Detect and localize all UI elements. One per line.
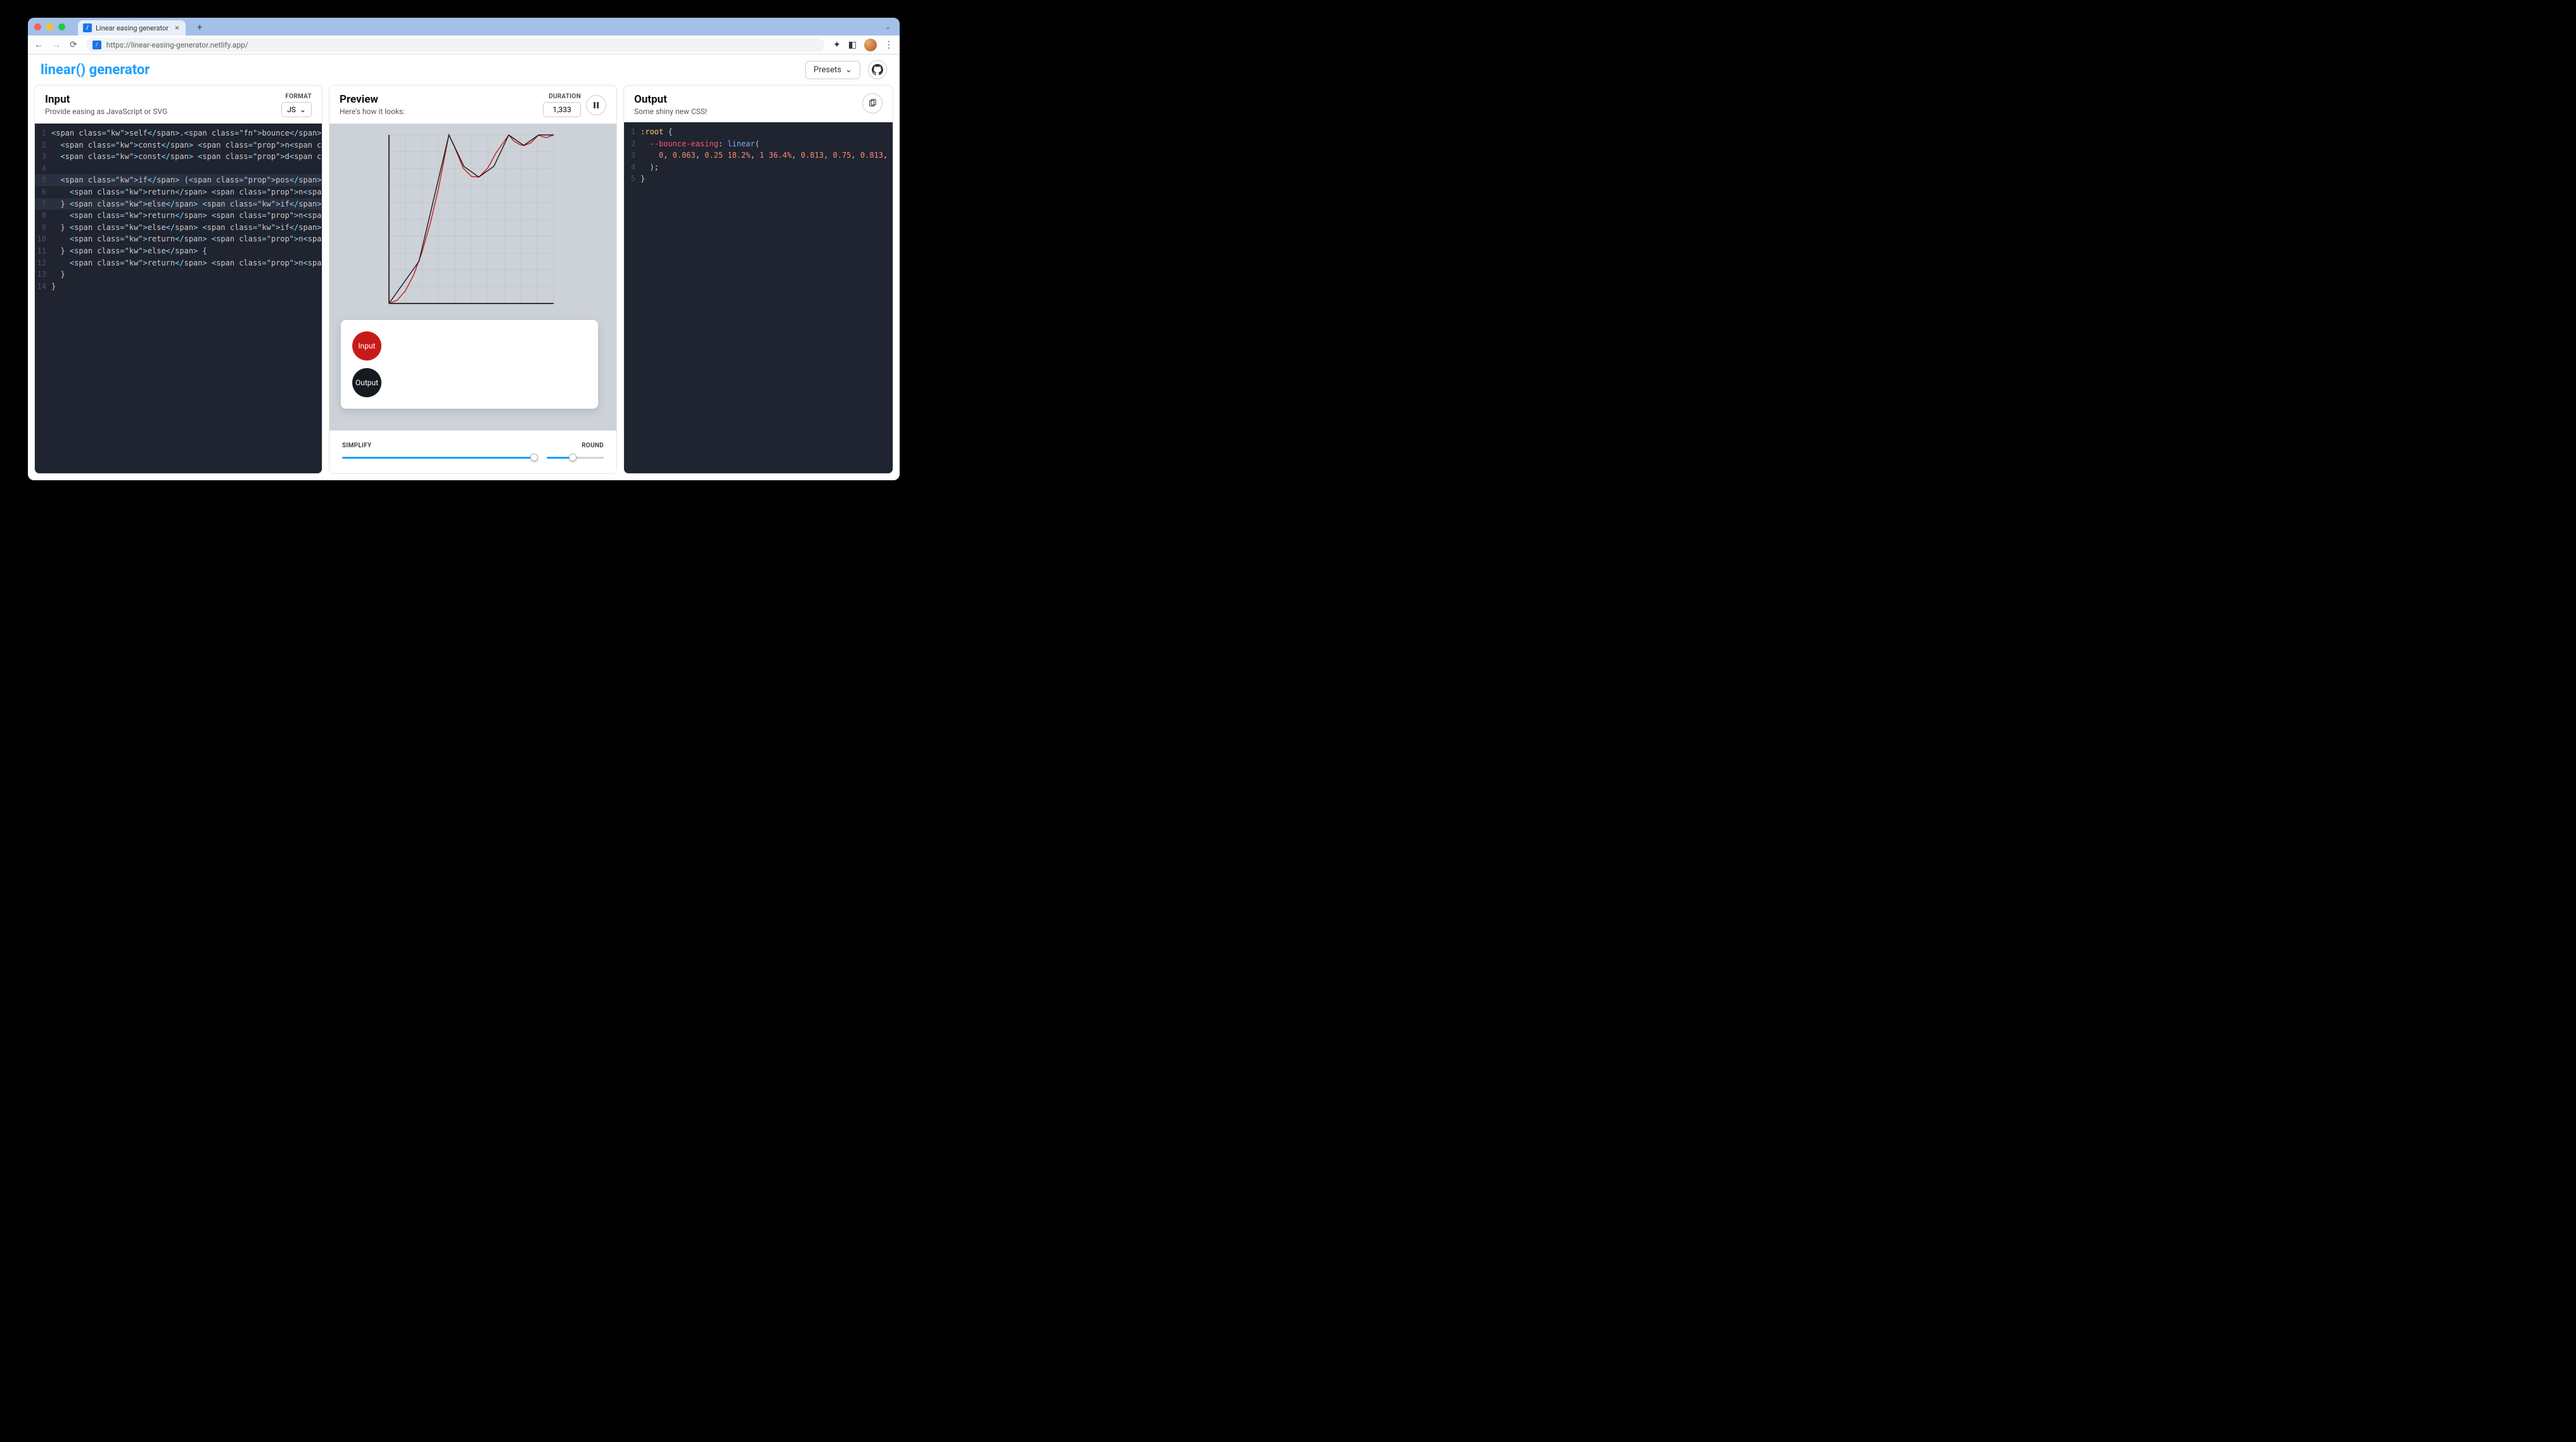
window-controls	[34, 23, 65, 30]
input-ball[interactable]: Input	[352, 331, 381, 360]
easing-chart	[376, 129, 566, 310]
close-window-button[interactable]	[34, 23, 41, 30]
chevron-down-icon: ⌄	[300, 105, 306, 114]
format-value: JS	[287, 105, 296, 114]
tab-title: Linear easing generator	[96, 24, 169, 32]
input-subtitle: Provide easing as JavaScript or SVG	[45, 107, 167, 116]
preview-canvas: Input Output SIMPLIFY ROUND	[329, 124, 616, 473]
browser-tab[interactable]: / Linear easing generator ×	[78, 20, 186, 35]
back-button[interactable]: ←	[34, 39, 43, 50]
pause-icon	[592, 101, 600, 109]
round-label: ROUND	[582, 442, 604, 449]
output-ball-label: Output	[355, 378, 378, 387]
output-subtitle: Some shiny new CSS!	[634, 107, 707, 116]
copy-button[interactable]	[862, 93, 883, 113]
simplify-slider[interactable]	[342, 453, 534, 462]
demo-card: Input Output	[341, 320, 598, 409]
side-panel-icon[interactable]: ◧	[848, 40, 857, 50]
app-title: linear() generator	[41, 62, 150, 78]
output-panel-head: Output Some shiny new CSS!	[624, 86, 893, 122]
browser-window: / Linear easing generator × + ⌄ ← → ⟳ / …	[28, 18, 900, 480]
profile-avatar[interactable]	[864, 39, 877, 51]
extensions-icon[interactable]: ✦	[833, 40, 841, 50]
format-select[interactable]: JS ⌄	[281, 102, 312, 117]
round-group: ROUND	[547, 442, 604, 462]
main-layout: Input Provide easing as JavaScript or SV…	[28, 85, 900, 480]
minimize-window-button[interactable]	[46, 23, 53, 30]
simplify-group: SIMPLIFY	[342, 442, 534, 462]
output-panel: Output Some shiny new CSS! 1:root {2 --b…	[623, 85, 893, 474]
preview-panel-head: Preview Here's how it looks: DURATION 1,…	[329, 86, 616, 124]
format-label: FORMAT	[285, 93, 312, 100]
chevron-down-icon: ⌄	[845, 65, 852, 75]
url-field[interactable]: / https://linear-easing-generator.netlif…	[86, 38, 824, 52]
github-icon	[872, 64, 883, 75]
site-info-icon[interactable]: /	[92, 41, 101, 49]
maximize-window-button[interactable]	[58, 23, 65, 30]
browser-menu-icon[interactable]: ⋮	[884, 40, 893, 50]
input-code-editor[interactable]: 1<span class="kw">self</span>.<span clas…	[35, 124, 322, 473]
new-tab-button[interactable]: +	[197, 22, 203, 33]
tab-overflow-icon[interactable]: ⌄	[885, 23, 891, 31]
input-title: Input	[45, 93, 167, 106]
forward-button[interactable]: →	[52, 39, 61, 50]
duration-input[interactable]: 1,333	[543, 102, 581, 117]
input-panel-head: Input Provide easing as JavaScript or SV…	[35, 86, 322, 124]
toolbar-right: ✦ ◧ ⋮	[833, 39, 893, 51]
input-ball-label: Input	[358, 341, 375, 350]
slider-row: SIMPLIFY ROUND	[329, 430, 616, 473]
output-ball[interactable]: Output	[352, 368, 381, 397]
tab-favicon: /	[83, 23, 92, 32]
github-link[interactable]	[868, 60, 887, 79]
url-text: https://linear-easing-generator.netlify.…	[106, 41, 248, 49]
input-panel: Input Provide easing as JavaScript or SV…	[34, 85, 322, 474]
output-code-editor[interactable]: 1:root {2 --bounce-easing: linear(3 0, 0…	[624, 122, 893, 473]
titlebar: / Linear easing generator × + ⌄	[28, 18, 900, 35]
app-header: linear() generator Presets ⌄	[28, 54, 900, 85]
reload-button[interactable]: ⟳	[70, 40, 77, 50]
close-tab-icon[interactable]: ×	[175, 23, 179, 33]
preview-subtitle: Here's how it looks:	[340, 107, 405, 116]
output-title: Output	[634, 93, 707, 106]
round-slider[interactable]	[547, 453, 604, 462]
preview-panel: Preview Here's how it looks: DURATION 1,…	[329, 85, 617, 474]
copy-icon	[868, 99, 877, 108]
header-actions: Presets ⌄	[805, 60, 887, 79]
presets-button[interactable]: Presets ⌄	[805, 61, 860, 79]
preview-title: Preview	[340, 93, 405, 106]
duration-label: DURATION	[549, 93, 581, 100]
simplify-label: SIMPLIFY	[342, 442, 534, 449]
play-pause-button[interactable]	[586, 95, 606, 115]
url-bar: ← → ⟳ / https://linear-easing-generator.…	[28, 35, 900, 54]
presets-label: Presets	[813, 65, 841, 75]
